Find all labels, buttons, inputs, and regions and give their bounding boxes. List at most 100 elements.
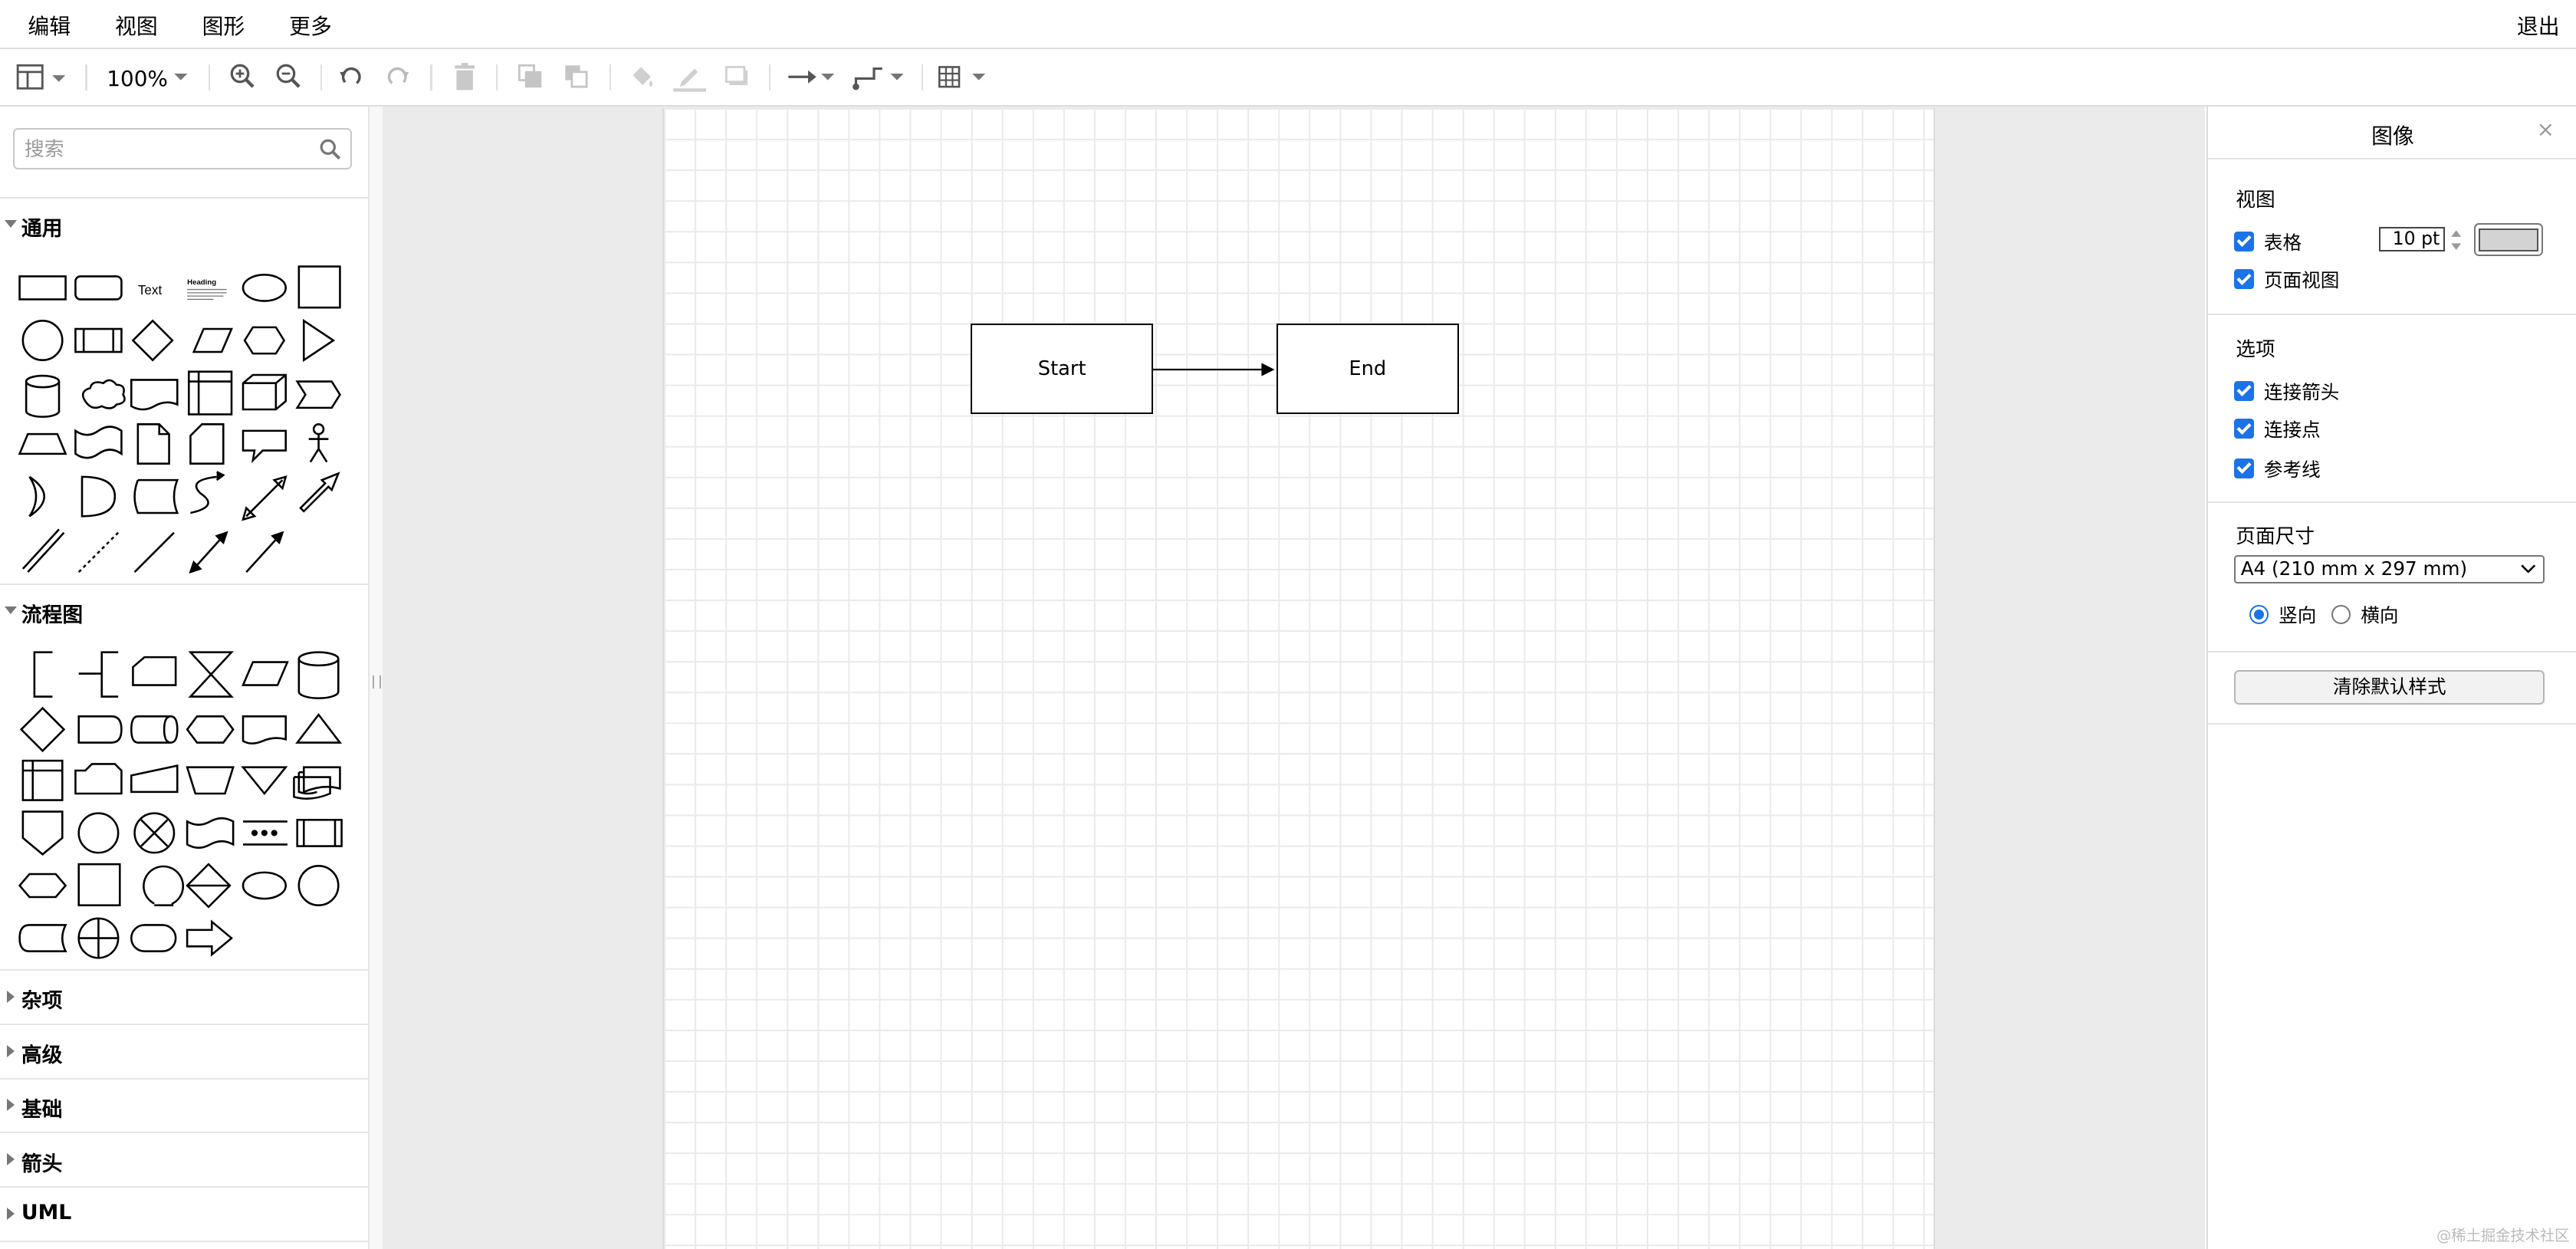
zoom-out-button[interactable] [274, 62, 304, 92]
general-shape-palette[interactable]: Text Heading [13, 260, 358, 580]
guides-checkbox[interactable] [2234, 458, 2254, 478]
process-shape-icon [74, 327, 123, 353]
landscape-label: 横向 [2361, 604, 2399, 627]
page-view-toggle[interactable]: 页面视图 [2234, 266, 2339, 292]
search-input[interactable] [15, 130, 324, 169]
menu-more[interactable]: 更多 [289, 10, 332, 41]
connection-arrows-label: 连接箭头 [2263, 380, 2340, 403]
guides-toggle[interactable]: 参考线 [2234, 455, 2321, 482]
page-size-select[interactable]: A4 (210 mm x 297 mm) [2234, 555, 2545, 583]
diagram-page[interactable]: Start End [662, 108, 1935, 1249]
reset-style-button[interactable]: 清除默认样式 [2234, 670, 2545, 705]
waypoints-button[interactable] [851, 62, 907, 92]
menu-view[interactable]: 视图 [115, 10, 158, 41]
exit-button[interactable]: 退出 [2517, 10, 2560, 41]
undo-icon [340, 67, 361, 85]
shadow-icon [724, 66, 748, 86]
menu-arrange[interactable]: 图形 [202, 10, 245, 41]
view-heading: 视图 [2236, 188, 2275, 212]
data-storage-shape-icon [133, 478, 179, 514]
line-color-button[interactable] [672, 62, 708, 92]
landscape-radio[interactable] [2331, 604, 2351, 625]
directional-connector-shape-icon [245, 531, 284, 573]
fill-color-button[interactable] [628, 62, 658, 92]
chevron-down-icon [5, 219, 18, 228]
paper-tape-shape-icon [186, 817, 235, 849]
chevron-right-icon [6, 1153, 15, 1166]
annotation-2-shape-icon [78, 651, 119, 698]
delete-button[interactable] [452, 62, 478, 92]
table-button[interactable] [936, 62, 989, 92]
display-shape-icon [77, 715, 123, 744]
page-size-value: A4 (210 mm x 297 mm) [2240, 557, 2468, 580]
format-panel-toggle[interactable] [16, 62, 69, 92]
flowchart-shape-palette[interactable] [13, 644, 358, 965]
connection-points-toggle[interactable]: 连接点 [2234, 416, 2321, 442]
section-advanced-label: 高级 [21, 1044, 63, 1068]
preparation-shape-icon [186, 715, 235, 744]
connector-edge[interactable] [1153, 358, 1280, 381]
extract-shape-icon [295, 713, 343, 744]
section-general-header[interactable]: 通用 [0, 197, 368, 251]
grid-checkbox[interactable] [2234, 232, 2254, 251]
portrait-option[interactable]: 竖向 [2249, 601, 2316, 627]
arrow-right-icon [788, 71, 835, 84]
merge-shape-icon [241, 766, 288, 796]
to-back-button[interactable] [562, 62, 592, 92]
multi-document-shape-icon [294, 766, 341, 794]
undo-button[interactable] [337, 62, 366, 92]
pencil-icon [673, 68, 707, 92]
section-basic-header[interactable]: 基础 [0, 1077, 368, 1132]
diagram-canvas[interactable]: Start End [383, 107, 2205, 1249]
portrait-radio[interactable] [2249, 604, 2269, 625]
zoom-dropdown[interactable] [169, 62, 192, 92]
sort-shape-icon [186, 863, 232, 909]
parallelogram-shape-icon [192, 327, 234, 353]
sidebar-splitter[interactable] [368, 107, 385, 1249]
connection-arrows-checkbox[interactable] [2234, 381, 2254, 401]
triangle-shape-icon [303, 318, 336, 362]
panel-title: 图像 [2371, 123, 2414, 150]
grid-color-button[interactable] [2474, 223, 2544, 257]
waypoint-icon [853, 67, 904, 90]
zoom-level[interactable]: 100% [107, 66, 168, 91]
grid-size-spinner[interactable] [2448, 227, 2464, 253]
redo-button[interactable] [383, 62, 412, 92]
section-uml-header[interactable]: UML [0, 1186, 368, 1242]
actor-shape-icon [308, 422, 329, 462]
manual-input-flow-shape-icon [130, 764, 179, 794]
document-shape-icon [130, 378, 179, 410]
connection-points-checkbox[interactable] [2234, 419, 2254, 439]
section-advanced-header[interactable]: 高级 [0, 1023, 368, 1078]
trash-icon [455, 63, 475, 90]
grid-color-swatch [2479, 228, 2538, 251]
tape-shape-icon [74, 425, 123, 459]
stored-data-shape-icon [18, 924, 67, 952]
zoom-out-icon [276, 64, 301, 89]
shape-search [13, 128, 352, 169]
chevron-right-icon [6, 1044, 15, 1057]
chevron-down-icon [2521, 564, 2536, 574]
to-front-button[interactable] [516, 62, 546, 92]
zoom-in-button[interactable] [228, 62, 258, 92]
connection-style-button[interactable] [785, 62, 838, 92]
landscape-option[interactable]: 横向 [2331, 601, 2399, 627]
shadow-button[interactable] [723, 62, 753, 92]
curve-shape-icon [190, 475, 217, 514]
page-view-checkbox[interactable] [2234, 269, 2254, 290]
diagram-node-start[interactable]: Start [971, 324, 1154, 414]
section-arrows-header[interactable]: 箭头 [0, 1132, 368, 1186]
callout-shape-icon [242, 429, 288, 463]
section-flowchart-header[interactable]: 流程图 [0, 583, 368, 638]
menu-edit[interactable]: 编辑 [28, 10, 71, 41]
close-icon[interactable]: × [2537, 117, 2555, 142]
section-flowchart-label: 流程图 [21, 603, 84, 627]
grid-toggle[interactable]: 表格 [2234, 228, 2302, 255]
section-misc-header[interactable]: 杂项 [0, 969, 368, 1024]
diagram-node-end[interactable]: End [1276, 324, 1459, 414]
grid-size-input[interactable]: 10 pt [2378, 226, 2445, 251]
section-basic-label: 基础 [21, 1097, 63, 1122]
connection-arrows-toggle[interactable]: 连接箭头 [2234, 378, 2339, 404]
search-icon[interactable] [319, 138, 342, 161]
start-shape-icon [242, 871, 288, 900]
